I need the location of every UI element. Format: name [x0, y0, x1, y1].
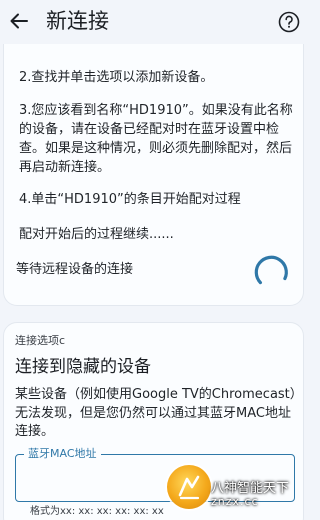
section-heading: 连接到隐藏的设备 — [15, 357, 151, 377]
arrow-left-icon — [10, 13, 28, 29]
step-5-text: 配对开始后的过程继续...... — [19, 227, 174, 242]
watermark: 八神智能天下 znzx.cc — [167, 465, 307, 520]
step-3-text: 3.您应该看到名称“HD1910”。如果没有此名称的设备，请在设备已经配对时在蓝… — [19, 103, 293, 175]
loading-spinner-icon — [254, 255, 288, 285]
back-button[interactable] — [8, 8, 30, 34]
watermark-logo-icon — [167, 465, 211, 509]
help-button[interactable] — [277, 10, 301, 34]
step-2-text: 2.查找并单击选项以添加新设备。 — [19, 70, 214, 85]
instructions-card: 2.查找并单击选项以添加新设备。 3.您应该看到名称“HD1910”。如果没有此… — [3, 30, 304, 306]
step-4-text: 4.单击“HD1910”的条目开始配对过程 — [19, 192, 241, 207]
page-title: 新连接 — [46, 9, 109, 33]
waiting-status: 等待远程设备的连接 — [16, 262, 134, 277]
watermark-text-1: 八神智能天下 — [211, 481, 290, 496]
section-description: 某些设备（例如使用Google TV的Chromecast）无法发现，但是您仍然… — [15, 387, 297, 439]
help-circle-icon — [278, 11, 300, 33]
option-label: 连接选项c — [15, 334, 66, 347]
format-hint: 格式为xx: xx: xx: xx: xx: xx — [30, 506, 164, 517]
app-bar: 新连接 — [0, 0, 307, 44]
mac-address-label: 蓝牙MAC地址 — [24, 447, 101, 461]
watermark-text-2: znzx.cc — [211, 495, 259, 508]
